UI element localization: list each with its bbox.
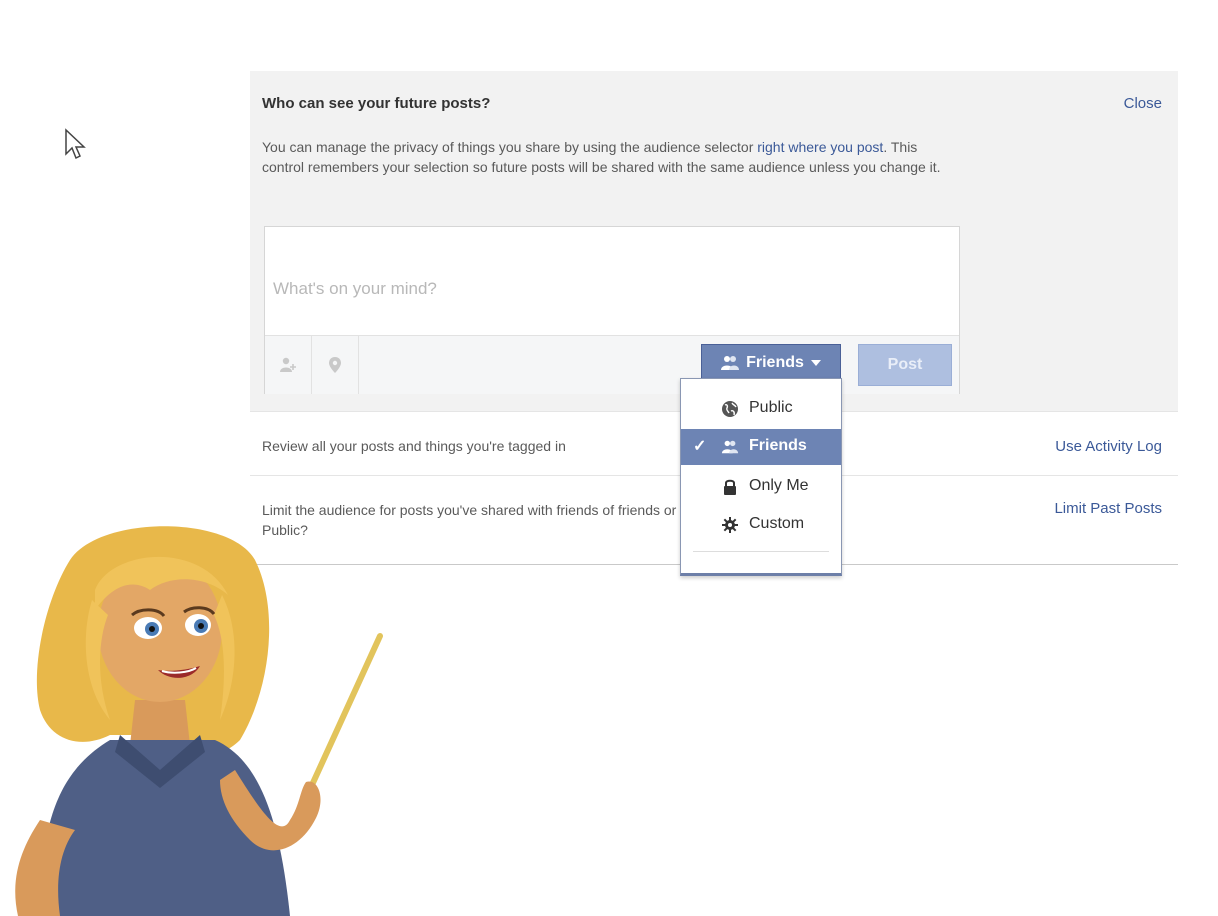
post-button[interactable]: Post bbox=[858, 344, 952, 386]
menu-item-label: Public bbox=[749, 399, 793, 416]
friends-icon bbox=[721, 356, 740, 370]
audience-selector-button[interactable]: Friends bbox=[701, 344, 841, 382]
menu-item-friends[interactable]: ✓ Friends bbox=[681, 429, 841, 465]
menu-item-label: Friends bbox=[749, 437, 807, 454]
close-link[interactable]: Close bbox=[1124, 95, 1162, 112]
privacy-settings-panel: Who can see your future posts? Close You… bbox=[250, 71, 1178, 411]
chevron-down-icon bbox=[810, 360, 821, 366]
audience-dropdown-menu: Public ✓ Friends Only Me Custom bbox=[680, 378, 842, 576]
status-composer: Friends Post bbox=[264, 226, 960, 394]
use-activity-log-link[interactable]: Use Activity Log bbox=[1055, 438, 1162, 455]
gear-icon bbox=[722, 517, 738, 533]
location-button[interactable] bbox=[312, 336, 359, 394]
lock-icon bbox=[724, 479, 736, 495]
presenter-character-illustration bbox=[15, 526, 383, 916]
panel-title: Who can see your future posts? bbox=[262, 95, 491, 112]
globe-icon bbox=[722, 401, 738, 417]
menu-divider bbox=[693, 551, 829, 552]
menu-item-label: Custom bbox=[749, 515, 805, 532]
activity-log-description: Review all your posts and things you're … bbox=[262, 438, 566, 454]
menu-item-public[interactable]: Public bbox=[681, 391, 841, 427]
menu-item-label: Only Me bbox=[749, 477, 809, 494]
description-text: You can manage the privacy of things you… bbox=[262, 139, 758, 155]
location-pin-icon bbox=[329, 357, 341, 373]
mouse-cursor-icon bbox=[65, 128, 86, 160]
tag-people-icon bbox=[280, 357, 296, 372]
right-where-you-post-link[interactable]: right where you post bbox=[757, 139, 883, 155]
tag-people-button[interactable] bbox=[265, 336, 312, 394]
menu-item-only-me[interactable]: Only Me bbox=[681, 469, 841, 505]
composer-footer: Friends Post bbox=[265, 335, 959, 394]
status-input[interactable] bbox=[265, 227, 959, 335]
limit-past-posts-link[interactable]: Limit Past Posts bbox=[1054, 500, 1162, 517]
friends-icon bbox=[721, 440, 739, 454]
audience-selector-label: Friends bbox=[746, 354, 804, 371]
menu-item-custom[interactable]: Custom bbox=[681, 507, 841, 543]
panel-description: You can manage the privacy of things you… bbox=[262, 137, 962, 177]
checkmark-icon: ✓ bbox=[693, 438, 707, 455]
